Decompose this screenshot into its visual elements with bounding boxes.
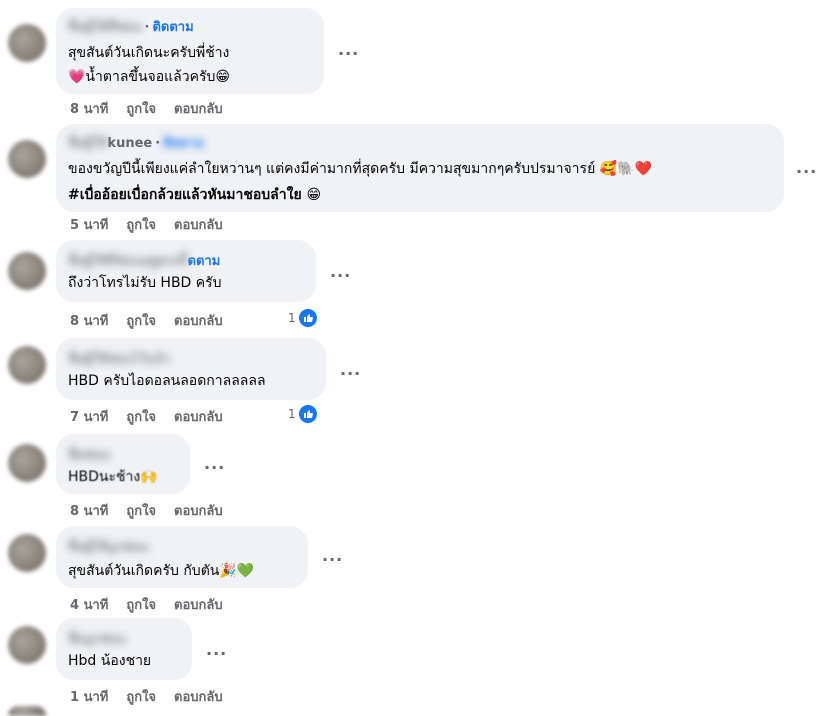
like-button[interactable]: ถูกใจ [126, 690, 156, 705]
avatar[interactable] [8, 534, 46, 572]
avatar[interactable] [8, 252, 46, 290]
avatar[interactable] [8, 626, 46, 664]
avatar[interactable] [8, 140, 46, 178]
comment-actions: 1 นาที ถูกใจ ตอบกลับ [70, 686, 241, 707]
more-options-icon[interactable]: ... [206, 640, 227, 659]
comment-bubble: ชื่อถูกซ่อน Hbd น้องชาย [56, 618, 192, 680]
comment-text: สุขสันต์วันเกิดนะครับพี่ช้าง [68, 45, 230, 61]
comment-bubble: ชื่อซ่อน HBDนะช้าง🙌 [56, 434, 190, 494]
like-button[interactable]: ถูกใจ [126, 314, 156, 329]
comment-bubble: ชื่อผู้ใช้ที่ซ่อนอยู่ตรงนี้ดตาม ถึงว่าโท… [56, 240, 316, 302]
comment-text: HBDนะช้าง🙌 [68, 469, 158, 485]
like-button[interactable]: ถูกใจ [126, 218, 156, 233]
avatar[interactable] [8, 706, 46, 716]
reply-button[interactable]: ตอบกลับ [174, 218, 223, 233]
follow-link[interactable]: ดตาม [188, 254, 221, 269]
comment-bubble: ชื่อผู้ใช้ถูกซ่อน สุขสันต์วันเกิดครับ กั… [56, 526, 308, 588]
timestamp[interactable]: 1 นาที [70, 690, 108, 705]
reply-button[interactable]: ตอบกลับ [174, 598, 223, 613]
author-name[interactable]: ชื่อผู้ใช้kunee · ติดตาม [68, 132, 204, 153]
author-name-visible: kunee [107, 136, 153, 151]
comment-bubble: ชื่อผู้ใช้kunee · ติดตาม ของขวัญปีนี้เพียง… [56, 124, 784, 212]
comment-actions: 8 นาที ถูกใจ ตอบกลับ [70, 98, 241, 119]
timestamp[interactable]: 4 นาที [70, 598, 108, 613]
reaction-count[interactable]: 1 [288, 405, 317, 423]
reply-button[interactable]: ตอบกลับ [174, 102, 223, 117]
timestamp[interactable]: 7 นาที [70, 410, 108, 425]
author-name[interactable]: ชื่อผู้ใช้ถูกซ่อน [68, 536, 149, 557]
comment-text: 💗น้ำตาลขึ้นจอแล้วครับ😁 [68, 69, 230, 85]
comment-text-hashtag[interactable]: #เบื่ออ้อยเบื่อกล้วยแล้วหันมาชอบลำใย 😁 [68, 184, 321, 206]
like-button[interactable]: ถูกใจ [126, 598, 156, 613]
more-options-icon[interactable]: ... [204, 454, 225, 473]
author-name[interactable]: ชื่อถูกซ่อน [68, 628, 126, 649]
avatar[interactable] [8, 444, 46, 482]
timestamp[interactable]: 5 นาที [70, 218, 108, 233]
avatar[interactable] [8, 346, 46, 384]
follow-link[interactable]: ติดตาม [152, 20, 193, 35]
more-options-icon[interactable]: ... [322, 546, 343, 565]
like-button[interactable]: ถูกใจ [126, 504, 156, 519]
comment-actions: 4 นาที ถูกใจ ตอบกลับ [70, 594, 241, 615]
like-button[interactable]: ถูกใจ [126, 410, 156, 425]
author-name[interactable]: ชื่อผู้ใช้ที่ซ่อน · ติดตาม [68, 16, 194, 37]
comment-actions: 7 นาที ถูกใจ ตอบกลับ [70, 406, 241, 427]
comment-bubble: ชื่อผู้ใช้ที่ซ่อน · ติดตาม สุขสันต์วันเกิด… [56, 8, 324, 94]
reply-button[interactable]: ตอบกลับ [174, 504, 223, 519]
reply-button[interactable]: ตอบกลับ [174, 314, 223, 329]
like-button[interactable]: ถูกใจ [126, 102, 156, 117]
more-options-icon[interactable]: ... [330, 262, 351, 281]
timestamp[interactable]: 8 นาที [70, 314, 108, 329]
timestamp[interactable]: 8 นาที [70, 102, 108, 117]
more-options-icon[interactable]: ... [340, 360, 361, 379]
author-name[interactable]: ชื่อผู้ใช้ที่ซ่อนอยู่ตรงนี้ดตาม [68, 250, 220, 271]
comment-actions: 8 นาที ถูกใจ ตอบกลับ [70, 310, 241, 331]
thumbs-up-icon [298, 309, 317, 327]
reply-button[interactable]: ตอบกลับ [174, 410, 223, 425]
comment-actions: 5 นาที ถูกใจ ตอบกลับ [70, 214, 241, 235]
comment-text: สุขสันต์วันเกิดครับ กับตัน🎉💚 [68, 563, 255, 579]
comment-text: ถึงว่าโทรไม่รับ HBD ครับ [68, 275, 222, 291]
comment-text: ของขวัญปีนี้เพียงแค่ลำใยหวานๆ แต่คงมีค่า… [68, 161, 653, 177]
avatar[interactable] [8, 24, 46, 62]
more-options-icon[interactable]: ... [796, 158, 817, 177]
thumbs-up-icon [298, 405, 317, 423]
timestamp[interactable]: 8 นาที [70, 504, 108, 519]
comment-text: HBD ครับไอดอลนลอดกาลลลลล [68, 373, 266, 389]
reply-button[interactable]: ตอบกลับ [174, 690, 223, 705]
more-options-icon[interactable]: ... [338, 40, 359, 59]
author-name[interactable]: ชื่อผู้ใช้ซ่อนไว้แล้ว [68, 348, 170, 369]
author-name[interactable]: ชื่อซ่อน [68, 444, 110, 465]
reaction-count[interactable]: 1 [288, 309, 317, 327]
comment-actions: 8 นาที ถูกใจ ตอบกลับ [70, 500, 241, 521]
comment-bubble: ชื่อผู้ใช้ซ่อนไว้แล้ว HBD ครับไอดอลนลอดก… [56, 338, 326, 400]
comment-text: Hbd น้องชาย [68, 653, 152, 669]
